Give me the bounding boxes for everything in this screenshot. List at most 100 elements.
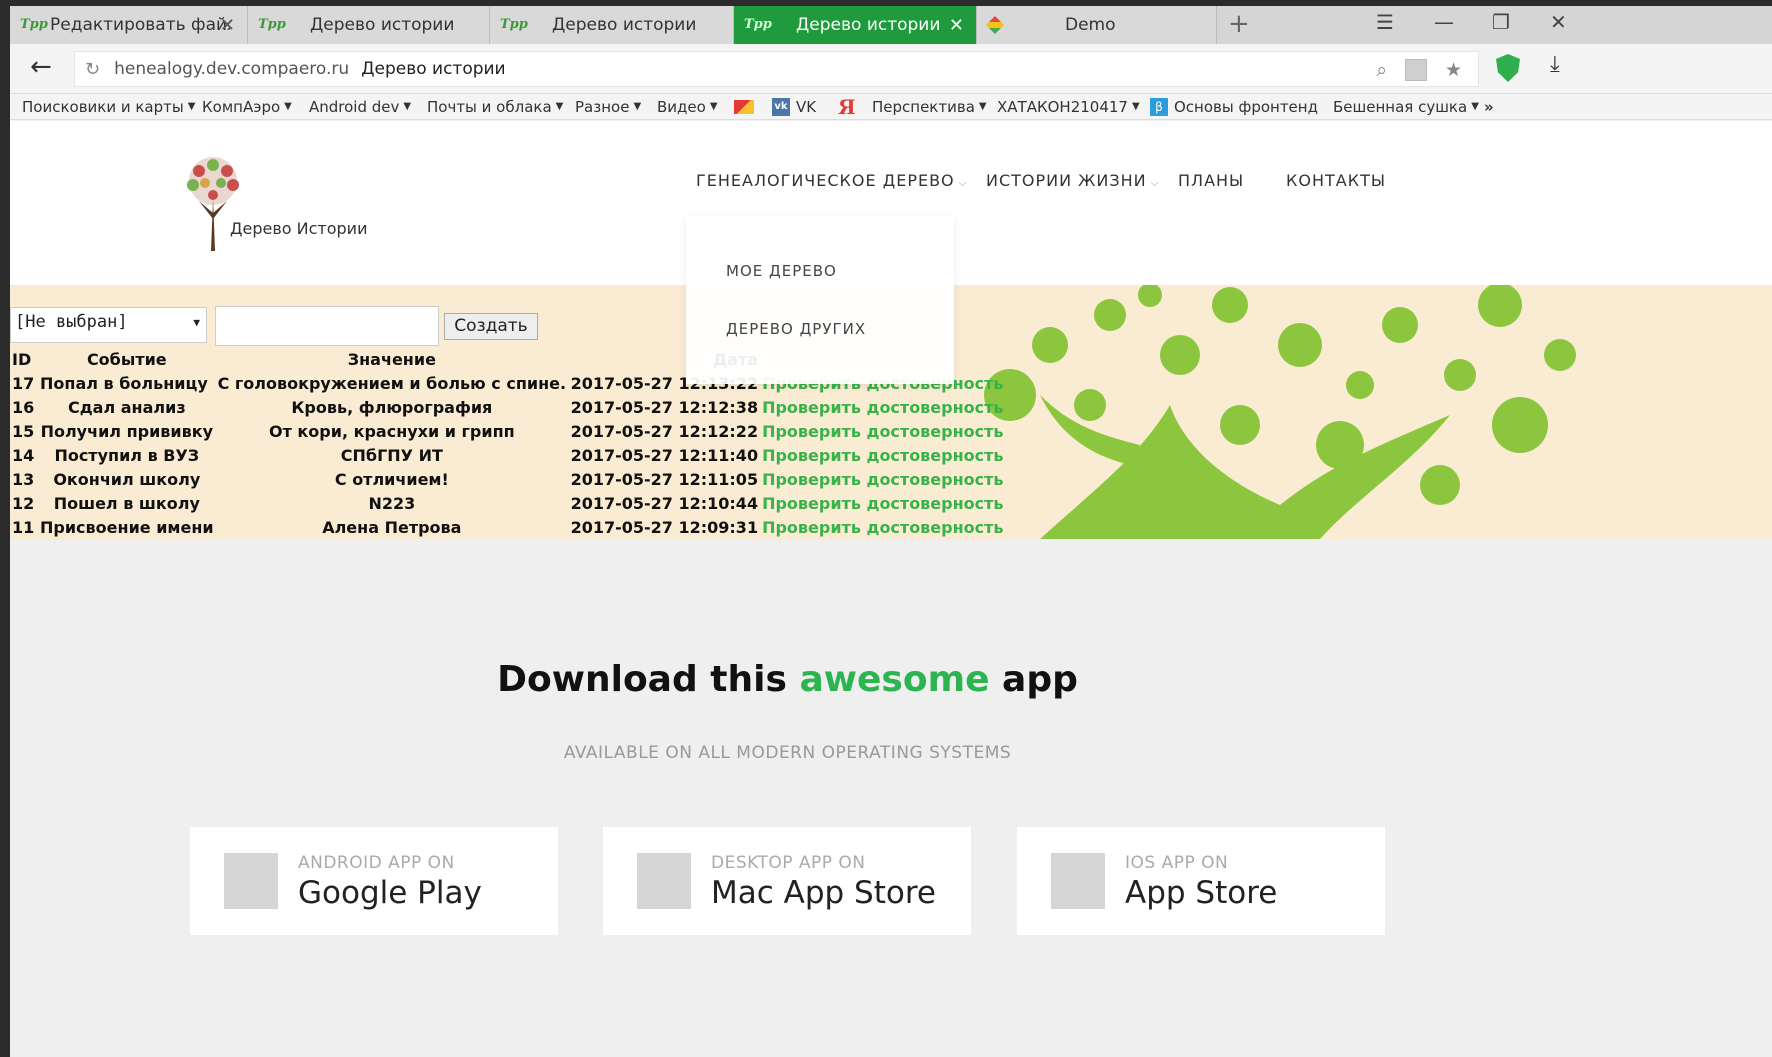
caret-down-icon: ▼ [1131, 101, 1140, 112]
more-bookmarks-chevron-icon[interactable]: » [1484, 98, 1494, 116]
bookmark-folder-hackathon[interactable]: ХАТАКОН210417 ▼ [997, 98, 1140, 116]
cell-event: Получил прививку [40, 421, 214, 441]
cell-id: 15 [12, 421, 35, 441]
reload-icon[interactable]: ↻ [85, 59, 100, 80]
cell-id: 13 [12, 469, 35, 489]
tab-history-tree-active[interactable]: Tpp Дерево истории ✕ [734, 6, 977, 44]
tab-history-tree-1[interactable]: Tpp Дерево истории [248, 6, 490, 44]
cell-date: 2017-05-27 12:11:40 [570, 445, 759, 465]
apple-icon [1051, 853, 1105, 909]
bookmark-folder-perspective[interactable]: Перспектива ▼ [872, 98, 987, 116]
bookmark-folder-search[interactable]: Поисковики и карты ▼ [22, 98, 195, 116]
bookmark-label: Разное [575, 97, 630, 116]
event-type-select[interactable]: [Не выбран] ▼ [10, 307, 207, 343]
cell-value: Алена Петрова [322, 517, 462, 537]
bookmark-frontend[interactable]: β Основы фронтенд [1150, 97, 1318, 116]
tab-edit-file[interactable]: Tpp Редактировать файл: styl ✕ [10, 6, 248, 44]
menu-icon[interactable]: ☰ [1376, 10, 1394, 34]
bookmark-star-icon[interactable]: ★ [1445, 59, 1462, 81]
dropdown-item-others-tree[interactable]: ДЕРЕВО ДРУГИХ [726, 320, 866, 338]
genealogy-dropdown-menu: МОЕ ДЕРЕВО ДЕРЕВО ДРУГИХ [686, 216, 954, 384]
cell-value: С отличием! [334, 469, 449, 489]
col-event: Событие [86, 349, 167, 369]
mail-icon [734, 99, 754, 114]
cell-id: 14 [12, 445, 35, 465]
cell-value: СПбГПУ ИТ [340, 445, 443, 465]
tab-strip: Tpp Редактировать файл: styl ✕ Tpp Дерев… [10, 6, 1772, 44]
cell-date: 2017-05-27 12:11:05 [570, 469, 759, 489]
cell-date: 2017-05-27 12:12:38 [570, 397, 759, 417]
back-arrow-icon[interactable]: ← [30, 52, 52, 82]
cell-date: 2017-05-27 12:10:44 [570, 493, 759, 513]
caret-down-icon: ▼ [403, 101, 412, 112]
verify-link[interactable]: Проверить достоверность [760, 467, 1010, 491]
cell-event: Присвоение имени [40, 517, 214, 537]
extension-icon[interactable] [1404, 59, 1427, 81]
verify-link[interactable]: Проверить достоверность [760, 419, 1010, 443]
bookmark-label: VK [796, 97, 817, 116]
bookmark-label: Поисковики и карты [22, 97, 184, 116]
table-row: 15 Получил прививку От кори, краснухи и … [10, 419, 1010, 443]
col-value: Значение [347, 349, 436, 369]
table-row: 12 Пошел в школу N223 2017-05-27 12:10:4… [10, 491, 1010, 515]
cell-event: Попал в больницу [40, 373, 208, 393]
bookmark-folder-drying[interactable]: Бешенная сушка ▼ [1333, 98, 1479, 116]
tree-background-illustration [984, 285, 1576, 539]
close-window-icon[interactable]: ✕ [1550, 10, 1567, 34]
cell-date: 2017-05-27 12:09:31 [570, 517, 759, 537]
bookmark-folder-android[interactable]: Android dev ▼ [309, 98, 411, 116]
tab-title: Дерево истории [310, 15, 455, 35]
download-icon[interactable]: ⤓ [1550, 52, 1560, 77]
verify-link[interactable]: Проверить достоверность [760, 515, 1010, 539]
bookmark-vk[interactable]: vk VK [772, 97, 817, 116]
bookmark-yandex[interactable]: Я [838, 95, 856, 119]
cell-event: Сдал анализ [67, 397, 186, 417]
tab-demo[interactable]: Demo [977, 6, 1217, 44]
cell-value: N223 [368, 493, 416, 513]
nav-label: ГЕНЕАЛОГИЧЕСКОЕ ДЕРЕВО [696, 171, 955, 190]
card-store-name: Mac App Store [711, 875, 936, 911]
bookmark-folder-compaero[interactable]: КомпАэро ▼ [202, 98, 292, 116]
google-play-card[interactable]: ANDROID APP ON Google Play [190, 827, 558, 935]
table-row: 14 Поступил в ВУЗ СПбГПУ ИТ 2017-05-27 1… [10, 443, 1010, 467]
minimize-icon[interactable]: — [1434, 10, 1454, 34]
select-value: [Не выбран] [15, 312, 128, 332]
search-page-icon[interactable]: ⌕ [1376, 59, 1387, 81]
cell-value: От кори, краснухи и грипп [268, 421, 515, 441]
protection-shield-icon[interactable] [1496, 54, 1520, 82]
close-tab-icon[interactable]: ✕ [949, 15, 964, 36]
logo-text: Дерево Истории [230, 219, 368, 238]
tab-history-tree-2[interactable]: Tpp Дерево истории [490, 6, 734, 44]
cell-id: 16 [12, 397, 35, 417]
site-favicon-icon: Tpp [500, 17, 528, 32]
url-field[interactable]: ↻ henealogy.dev.compaero.ru Дерево истор… [74, 51, 1479, 87]
create-button[interactable]: Создать [444, 313, 538, 340]
card-small-label: ANDROID APP ON [298, 853, 455, 873]
nav-contacts[interactable]: КОНТАКТЫ [1286, 171, 1386, 190]
dropdown-item-my-tree[interactable]: МОЕ ДЕРЕВО [726, 262, 837, 280]
bookmark-mail-icon[interactable] [734, 99, 754, 114]
col-id: ID [12, 349, 32, 369]
nav-plans[interactable]: ПЛАНЫ [1178, 171, 1244, 190]
verify-link[interactable]: Проверить достоверность [760, 491, 1010, 515]
download-section: Download this awesome app AVAILABLE ON A… [10, 539, 1772, 1057]
nav-life-stories[interactable]: ИСТОРИИ ЖИЗНИ ⌵ [986, 171, 1159, 190]
bookmark-folder-mail[interactable]: Почты и облака ▼ [427, 98, 563, 116]
close-tab-icon[interactable]: ✕ [220, 15, 235, 36]
verify-link[interactable]: Проверить достоверность [760, 443, 1010, 467]
new-tab-plus-icon[interactable]: + [1228, 9, 1250, 39]
tab-title: Редактировать файл: styl [50, 15, 230, 35]
app-store-card[interactable]: IOS APP ON App Store [1017, 827, 1385, 935]
verify-link[interactable]: Проверить достоверность [760, 395, 1010, 419]
event-value-input[interactable] [215, 306, 439, 346]
mac-app-store-card[interactable]: DESKTOP APP ON Mac App Store [603, 827, 971, 935]
bookmark-folder-video[interactable]: Видео ▼ [657, 98, 718, 116]
bookmark-label: Видео [657, 97, 706, 116]
bookmark-label: ХАТАКОН210417 [997, 97, 1128, 116]
site-favicon-icon: Tpp [258, 17, 286, 32]
nav-genealogy-tree[interactable]: ГЕНЕАЛОГИЧЕСКОЕ ДЕРЕВО ⌵ [696, 171, 967, 190]
bookmark-label: Почты и облака [427, 97, 552, 116]
restore-icon[interactable]: ❐ [1492, 10, 1510, 34]
bookmark-folder-misc[interactable]: Разное ▼ [575, 98, 641, 116]
cell-date: 2017-05-27 12:12:22 [570, 421, 759, 441]
